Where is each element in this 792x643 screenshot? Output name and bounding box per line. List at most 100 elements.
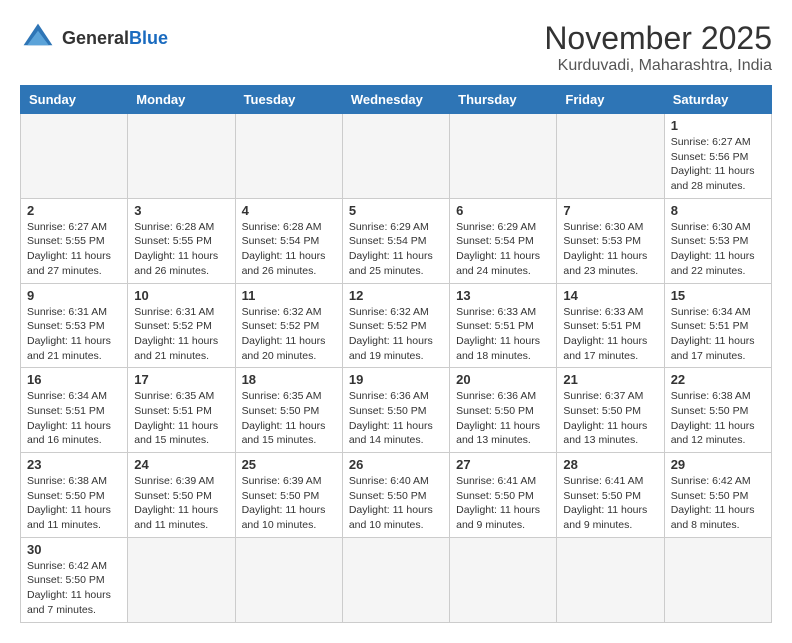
calendar-cell: [557, 537, 664, 622]
day-info: Sunrise: 6:37 AMSunset: 5:50 PMDaylight:…: [563, 389, 657, 448]
calendar: SundayMondayTuesdayWednesdayThursdayFrid…: [20, 85, 772, 623]
calendar-cell: 29 Sunrise: 6:42 AMSunset: 5:50 PMDayligh…: [664, 453, 771, 538]
day-info: Sunrise: 6:32 AMSunset: 5:52 PMDaylight:…: [242, 305, 336, 364]
logo-icon: [20, 20, 56, 56]
calendar-cell: 26 Sunrise: 6:40 AMSunset: 5:50 PMDayligh…: [342, 453, 449, 538]
calendar-cell: [128, 537, 235, 622]
calendar-body: 1Sunrise: 6:27 AMSunset: 5:56 PMDaylight…: [21, 114, 772, 623]
month-title: November 2025: [544, 20, 772, 57]
day-info: Sunrise: 6:42 AMSunset: 5:50 PMDaylight:…: [27, 559, 121, 618]
logo: GeneralBlue: [20, 20, 168, 56]
day-number: 17: [134, 372, 228, 387]
calendar-cell: 5Sunrise: 6:29 AMSunset: 5:54 PMDaylight…: [342, 198, 449, 283]
day-info: Sunrise: 6:42 AMSunset: 5:50 PMDaylight:…: [671, 474, 765, 533]
week-row-3: 9 Sunrise: 6:31 AMSunset: 5:53 PMDaylight…: [21, 283, 772, 368]
day-info: Sunrise: 6:29 AMSunset: 5:54 PMDaylight:…: [456, 220, 550, 279]
day-info: Sunrise: 6:28 AMSunset: 5:54 PMDaylight:…: [242, 220, 336, 279]
day-info: Sunrise: 6:38 AMSunset: 5:50 PMDaylight:…: [671, 389, 765, 448]
day-number: 6: [456, 203, 550, 218]
day-info: Sunrise: 6:34 AMSunset: 5:51 PMDaylight:…: [27, 389, 121, 448]
day-info: Sunrise: 6:31 AMSunset: 5:52 PMDaylight:…: [134, 305, 228, 364]
calendar-cell: 30 Sunrise: 6:42 AMSunset: 5:50 PMDayligh…: [21, 537, 128, 622]
day-number: 20: [456, 372, 550, 387]
day-info: Sunrise: 6:34 AMSunset: 5:51 PMDaylight:…: [671, 305, 765, 364]
location: Kurduvadi, Maharashtra, India: [544, 57, 772, 75]
calendar-cell: 15 Sunrise: 6:34 AMSunset: 5:51 PMDayligh…: [664, 283, 771, 368]
day-info: Sunrise: 6:36 AMSunset: 5:50 PMDaylight:…: [349, 389, 443, 448]
week-row-6: 30 Sunrise: 6:42 AMSunset: 5:50 PMDayligh…: [21, 537, 772, 622]
day-info: Sunrise: 6:30 AMSunset: 5:53 PMDaylight:…: [563, 220, 657, 279]
weekday-header-monday: Monday: [128, 86, 235, 114]
calendar-cell: 28Sunrise: 6:41 AMSunset: 5:50 PMDayligh…: [557, 453, 664, 538]
calendar-cell: 14Sunrise: 6:33 AMSunset: 5:51 PMDayligh…: [557, 283, 664, 368]
day-number: 21: [563, 372, 657, 387]
day-info: Sunrise: 6:31 AMSunset: 5:53 PMDaylight:…: [27, 305, 121, 364]
logo-text: GeneralBlue: [62, 29, 168, 47]
day-number: 8: [671, 203, 765, 218]
calendar-cell: [664, 537, 771, 622]
day-info: Sunrise: 6:36 AMSunset: 5:50 PMDaylight:…: [456, 389, 550, 448]
day-number: 4: [242, 203, 336, 218]
day-info: Sunrise: 6:28 AMSunset: 5:55 PMDaylight:…: [134, 220, 228, 279]
calendar-cell: 18Sunrise: 6:35 AMSunset: 5:50 PMDayligh…: [235, 368, 342, 453]
calendar-cell: 19 Sunrise: 6:36 AMSunset: 5:50 PMDayligh…: [342, 368, 449, 453]
day-info: Sunrise: 6:41 AMSunset: 5:50 PMDaylight:…: [456, 474, 550, 533]
day-number: 15: [671, 288, 765, 303]
day-number: 25: [242, 457, 336, 472]
weekday-header-tuesday: Tuesday: [235, 86, 342, 114]
calendar-cell: [21, 114, 128, 199]
day-info: Sunrise: 6:29 AMSunset: 5:54 PMDaylight:…: [349, 220, 443, 279]
calendar-cell: 25Sunrise: 6:39 AMSunset: 5:50 PMDayligh…: [235, 453, 342, 538]
calendar-cell: [235, 537, 342, 622]
calendar-cell: 6 Sunrise: 6:29 AMSunset: 5:54 PMDaylight…: [450, 198, 557, 283]
calendar-cell: 23Sunrise: 6:38 AMSunset: 5:50 PMDayligh…: [21, 453, 128, 538]
calendar-cell: 13Sunrise: 6:33 AMSunset: 5:51 PMDayligh…: [450, 283, 557, 368]
calendar-cell: 17 Sunrise: 6:35 AMSunset: 5:51 PMDayligh…: [128, 368, 235, 453]
day-number: 22: [671, 372, 765, 387]
calendar-cell: 3 Sunrise: 6:28 AMSunset: 5:55 PMDaylight…: [128, 198, 235, 283]
calendar-cell: 11 Sunrise: 6:32 AMSunset: 5:52 PMDayligh…: [235, 283, 342, 368]
day-number: 26: [349, 457, 443, 472]
weekday-header-thursday: Thursday: [450, 86, 557, 114]
day-number: 27: [456, 457, 550, 472]
day-number: 7: [563, 203, 657, 218]
week-row-4: 16 Sunrise: 6:34 AMSunset: 5:51 PMDayligh…: [21, 368, 772, 453]
week-row-2: 2Sunrise: 6:27 AMSunset: 5:55 PMDaylight…: [21, 198, 772, 283]
day-number: 12: [349, 288, 443, 303]
weekday-header-friday: Friday: [557, 86, 664, 114]
day-info: Sunrise: 6:35 AMSunset: 5:50 PMDaylight:…: [242, 389, 336, 448]
day-number: 16: [27, 372, 121, 387]
day-number: 24: [134, 457, 228, 472]
weekday-header-sunday: Sunday: [21, 86, 128, 114]
day-number: 9: [27, 288, 121, 303]
page-header: GeneralBlue November 2025 Kurduvadi, Mah…: [20, 20, 772, 75]
day-number: 29: [671, 457, 765, 472]
day-info: Sunrise: 6:32 AMSunset: 5:52 PMDaylight:…: [349, 305, 443, 364]
calendar-cell: [128, 114, 235, 199]
day-info: Sunrise: 6:33 AMSunset: 5:51 PMDaylight:…: [456, 305, 550, 364]
calendar-cell: [557, 114, 664, 199]
day-number: 11: [242, 288, 336, 303]
calendar-cell: [235, 114, 342, 199]
day-info: Sunrise: 6:39 AMSunset: 5:50 PMDaylight:…: [134, 474, 228, 533]
weekday-row: SundayMondayTuesdayWednesdayThursdayFrid…: [21, 86, 772, 114]
calendar-cell: 7 Sunrise: 6:30 AMSunset: 5:53 PMDaylight…: [557, 198, 664, 283]
day-info: Sunrise: 6:38 AMSunset: 5:50 PMDaylight:…: [27, 474, 121, 533]
calendar-cell: 22 Sunrise: 6:38 AMSunset: 5:50 PMDayligh…: [664, 368, 771, 453]
day-number: 1: [671, 118, 765, 133]
day-number: 3: [134, 203, 228, 218]
calendar-cell: [342, 114, 449, 199]
day-number: 30: [27, 542, 121, 557]
calendar-cell: 16 Sunrise: 6:34 AMSunset: 5:51 PMDayligh…: [21, 368, 128, 453]
day-info: Sunrise: 6:41 AMSunset: 5:50 PMDaylight:…: [563, 474, 657, 533]
calendar-header: SundayMondayTuesdayWednesdayThursdayFrid…: [21, 86, 772, 114]
day-info: Sunrise: 6:30 AMSunset: 5:53 PMDaylight:…: [671, 220, 765, 279]
day-info: Sunrise: 6:35 AMSunset: 5:51 PMDaylight:…: [134, 389, 228, 448]
day-info: Sunrise: 6:33 AMSunset: 5:51 PMDaylight:…: [563, 305, 657, 364]
calendar-cell: [450, 537, 557, 622]
weekday-header-wednesday: Wednesday: [342, 86, 449, 114]
day-info: Sunrise: 6:40 AMSunset: 5:50 PMDaylight:…: [349, 474, 443, 533]
calendar-cell: 8 Sunrise: 6:30 AMSunset: 5:53 PMDaylight…: [664, 198, 771, 283]
calendar-cell: 1Sunrise: 6:27 AMSunset: 5:56 PMDaylight…: [664, 114, 771, 199]
day-number: 19: [349, 372, 443, 387]
